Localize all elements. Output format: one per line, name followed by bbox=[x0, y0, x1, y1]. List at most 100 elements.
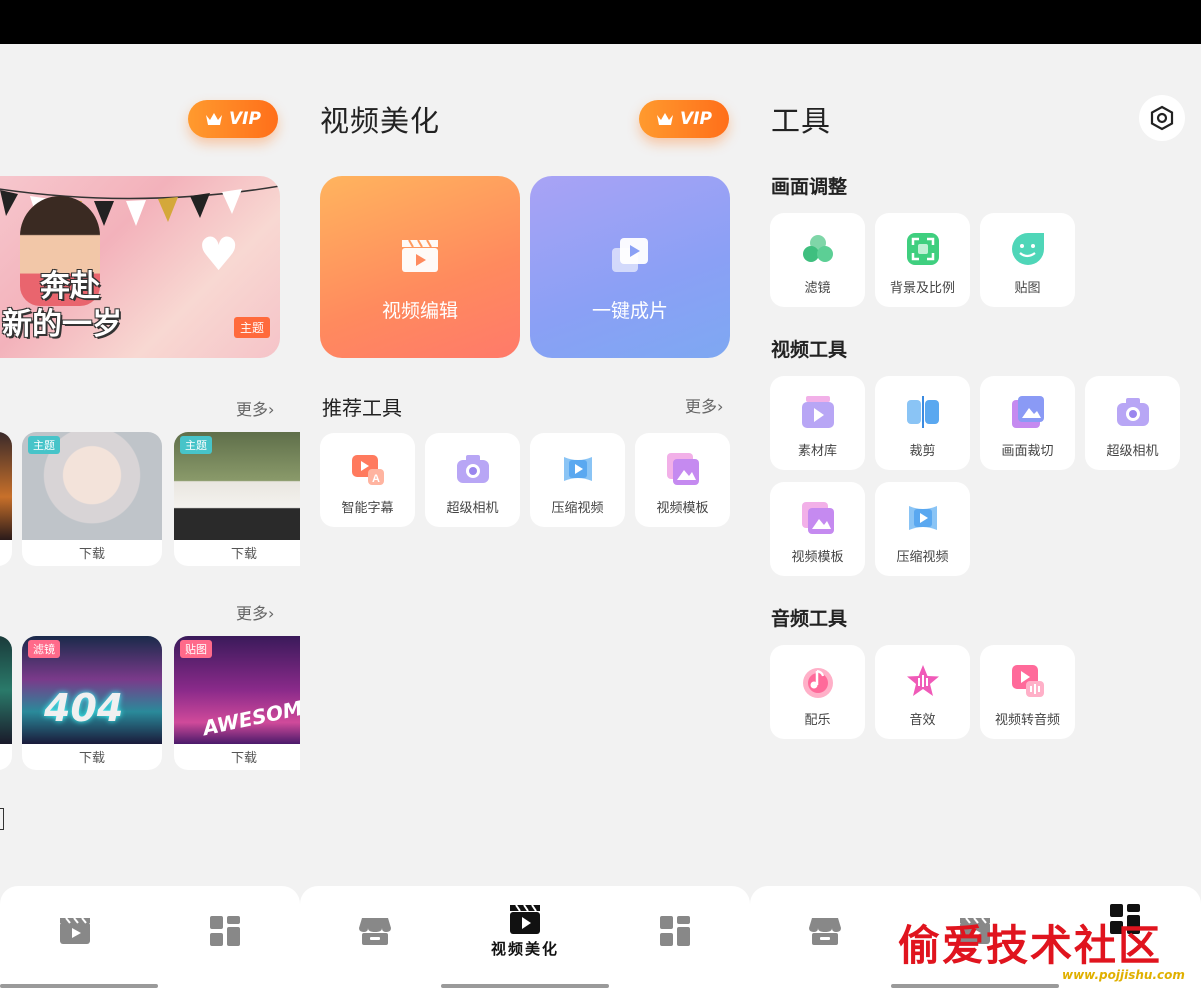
store-nav-icon[interactable] bbox=[808, 914, 842, 948]
tool-label: 素材库 bbox=[797, 444, 837, 459]
tool-label: 视频转音频 bbox=[994, 713, 1060, 728]
download-label[interactable]: 下载 bbox=[174, 747, 300, 766]
download-label[interactable]: 下载 bbox=[174, 543, 300, 562]
home-indicator bbox=[891, 984, 1059, 988]
vip-button[interactable]: VIP bbox=[639, 100, 729, 138]
template-card[interactable]: 404 滤镜 下载 bbox=[22, 636, 162, 770]
tool-label: 视频模板 bbox=[791, 550, 844, 565]
tool-label: 超级相机 bbox=[1106, 444, 1159, 459]
tool-filter[interactable]: 滤镜 bbox=[770, 213, 865, 307]
video-beautify-panel: 视频美化 VIP 视频编辑 一键成片 推荐工具 更多› A 智能字幕 超级相机 … bbox=[300, 44, 750, 1000]
library-icon bbox=[802, 396, 834, 428]
crown-icon bbox=[657, 113, 674, 125]
tool-compress-video[interactable]: 压缩视频 bbox=[530, 433, 625, 527]
tools-panel: 工具 画面调整 滤镜 背景及比例 贴图 视频工具 素材库 裁剪 画面裁切 超级相… bbox=[750, 44, 1201, 1000]
tool-video-template[interactable]: 视频模板 bbox=[770, 482, 865, 576]
video-nav-icon[interactable] bbox=[58, 914, 92, 948]
banner-text: 奔赴 新的一岁 bbox=[2, 269, 122, 342]
template-card[interactable]: AWESOM 贴图 下载 bbox=[174, 636, 300, 770]
tool-video-template[interactable]: 视频模板 bbox=[635, 433, 730, 527]
ratio-icon bbox=[907, 233, 939, 265]
tool-trim[interactable]: 裁剪 bbox=[875, 376, 970, 470]
tool-label: 贴图 bbox=[1014, 281, 1041, 296]
tool-video-to-audio[interactable]: 视频转音频 bbox=[980, 645, 1075, 739]
compress-icon bbox=[909, 506, 937, 530]
partial-icon bbox=[0, 808, 4, 830]
tool-label: 视频模板 bbox=[656, 501, 709, 516]
one-click-label: 一键成片 bbox=[591, 300, 668, 322]
home-indicator bbox=[0, 984, 158, 988]
bottom-nav: 视频美化 bbox=[300, 886, 750, 1000]
tool-label: 配乐 bbox=[804, 713, 831, 728]
tool-label: 裁剪 bbox=[909, 444, 936, 459]
video-beautify-nav-icon[interactable] bbox=[508, 902, 542, 936]
card-tag: 主题 bbox=[28, 436, 60, 454]
template-card[interactable]: 主题 下载 bbox=[174, 432, 300, 566]
status-bar bbox=[0, 0, 1201, 44]
tool-smart-caption[interactable]: A 智能字幕 bbox=[320, 433, 415, 527]
tool-label: 画面裁切 bbox=[1001, 444, 1054, 459]
template-card[interactable]: 主题 下载 bbox=[22, 432, 162, 566]
heart-icon: ♥ bbox=[198, 227, 240, 281]
tool-material-library[interactable]: 素材库 bbox=[770, 376, 865, 470]
download-label[interactable]: 下载 bbox=[22, 543, 162, 562]
camera-icon bbox=[1117, 398, 1149, 426]
tool-label: 音效 bbox=[909, 713, 936, 728]
more-link-1[interactable]: 更多› bbox=[236, 396, 274, 420]
sound-effect-icon bbox=[907, 665, 939, 696]
download-label[interactable]: 下载 bbox=[22, 747, 162, 766]
template-card[interactable] bbox=[0, 432, 12, 566]
page-title: 视频美化 bbox=[320, 104, 441, 138]
tool-label: 背景及比例 bbox=[889, 281, 955, 296]
filter-icon bbox=[803, 235, 833, 262]
vip-label: VIP bbox=[680, 109, 712, 129]
music-icon bbox=[803, 668, 833, 698]
section-title: 音频工具 bbox=[771, 608, 848, 630]
more-link[interactable]: 更多› bbox=[685, 393, 723, 417]
video-edit-card[interactable]: 视频编辑 bbox=[320, 176, 520, 358]
card-overlay-text: 404 bbox=[44, 686, 124, 730]
tools-nav-icon[interactable] bbox=[208, 914, 242, 948]
tool-label: 超级相机 bbox=[446, 501, 499, 516]
theme-banner[interactable]: ♥ 奔赴 新的一岁 主题 bbox=[0, 176, 280, 358]
one-click-card[interactable]: 一键成片 bbox=[530, 176, 730, 358]
watermark-url: www.pojjishu.com bbox=[1062, 968, 1185, 982]
section-title: 推荐工具 bbox=[322, 396, 402, 420]
crown-icon bbox=[206, 113, 223, 125]
tools-nav-icon[interactable] bbox=[658, 914, 692, 948]
video-edit-label: 视频编辑 bbox=[381, 300, 458, 322]
tool-music[interactable]: 配乐 bbox=[770, 645, 865, 739]
svg-text:A: A bbox=[372, 473, 380, 485]
banner-tag: 主题 bbox=[233, 317, 270, 338]
vip-button[interactable]: VIP bbox=[188, 100, 278, 138]
template-icon bbox=[802, 502, 834, 534]
card-overlay-text: AWESOM bbox=[200, 695, 300, 741]
template-card[interactable] bbox=[0, 636, 12, 770]
trim-icon bbox=[907, 396, 939, 428]
card-tag: 贴图 bbox=[180, 640, 212, 658]
home-indicator bbox=[441, 984, 609, 988]
compress-icon bbox=[564, 457, 592, 481]
page-title: 工具 bbox=[771, 104, 832, 138]
bottom-nav bbox=[0, 886, 300, 1000]
tool-super-camera[interactable]: 超级相机 bbox=[1085, 376, 1180, 470]
tool-label: 压缩视频 bbox=[551, 501, 604, 516]
tool-sticker[interactable]: 贴图 bbox=[980, 213, 1075, 307]
tool-sound-effect[interactable]: 音效 bbox=[875, 645, 970, 739]
tool-background-ratio[interactable]: 背景及比例 bbox=[875, 213, 970, 307]
settings-button[interactable] bbox=[1139, 95, 1185, 141]
tool-crop[interactable]: 画面裁切 bbox=[980, 376, 1075, 470]
watermark-text: 偷爱技术社区 bbox=[898, 921, 1163, 970]
section-title: 画面调整 bbox=[771, 176, 848, 198]
vip-label: VIP bbox=[229, 109, 261, 129]
tool-compress-video[interactable]: 压缩视频 bbox=[875, 482, 970, 576]
card-tag: 主题 bbox=[180, 436, 212, 454]
stack-play-icon bbox=[612, 238, 648, 272]
sticker-icon bbox=[1012, 233, 1044, 265]
more-link-2[interactable]: 更多› bbox=[236, 600, 274, 624]
crop-icon bbox=[1012, 396, 1044, 428]
settings-icon bbox=[1150, 105, 1174, 131]
clapper-icon bbox=[402, 239, 438, 272]
tool-super-camera[interactable]: 超级相机 bbox=[425, 433, 520, 527]
tool-label: 滤镜 bbox=[804, 281, 831, 296]
